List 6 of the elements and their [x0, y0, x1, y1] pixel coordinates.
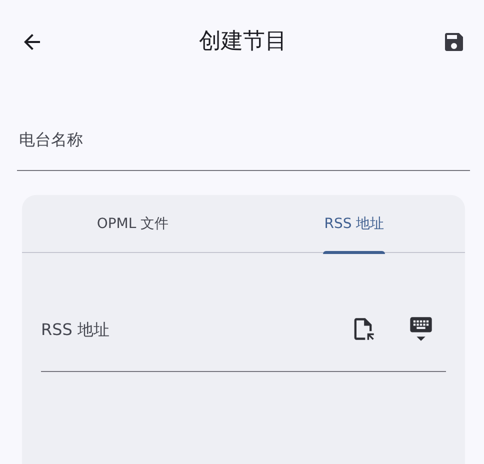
save-icon	[442, 30, 466, 54]
tab[interactable]: RSS 地址	[244, 195, 465, 253]
keyboard-icon	[408, 316, 434, 342]
tab[interactable]: OPML 文件	[22, 195, 244, 253]
rss-url-input[interactable]: RSS 地址	[41, 287, 446, 371]
page-title: 创建节目	[198, 28, 288, 56]
